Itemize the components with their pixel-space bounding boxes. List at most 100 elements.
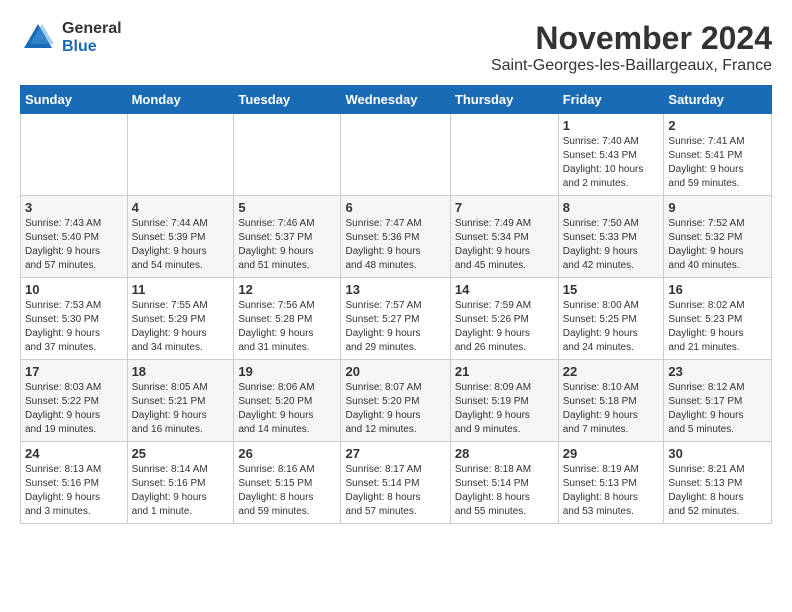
day-info: Sunrise: 8:09 AM Sunset: 5:19 PM Dayligh…	[455, 381, 554, 437]
calendar-day-cell: 4 Sunrise: 7:44 AM Sunset: 5:39 PM Daylig…	[127, 196, 234, 278]
calendar-week-row: 3 Sunrise: 7:43 AM Sunset: 5:40 PM Daylig…	[21, 196, 772, 278]
calendar-day-cell: 17 Sunrise: 8:03 AM Sunset: 5:22 PM Dayli…	[21, 360, 128, 442]
day-info: Sunrise: 8:05 AM Sunset: 5:21 PM Dayligh…	[132, 381, 230, 437]
day-info: Sunrise: 8:16 AM Sunset: 5:15 PM Dayligh…	[238, 463, 336, 519]
day-info: Sunrise: 8:12 AM Sunset: 5:17 PM Dayligh…	[668, 381, 767, 437]
day-number: 20	[345, 364, 445, 379]
day-info: Sunrise: 7:57 AM Sunset: 5:27 PM Dayligh…	[345, 299, 445, 355]
logo: General Blue	[20, 20, 122, 56]
day-number: 19	[238, 364, 336, 379]
day-info: Sunrise: 7:47 AM Sunset: 5:36 PM Dayligh…	[345, 217, 445, 273]
calendar-day-cell: 30 Sunrise: 8:21 AM Sunset: 5:13 PM Dayli…	[664, 442, 772, 524]
day-info: Sunrise: 8:14 AM Sunset: 5:16 PM Dayligh…	[132, 463, 230, 519]
calendar-day-cell: 3 Sunrise: 7:43 AM Sunset: 5:40 PM Daylig…	[21, 196, 128, 278]
calendar-week-row: 1 Sunrise: 7:40 AM Sunset: 5:43 PM Daylig…	[21, 114, 772, 196]
calendar-day-cell: 28 Sunrise: 8:18 AM Sunset: 5:14 PM Dayli…	[450, 442, 558, 524]
calendar-day-cell: 25Sunrise: 8:14 AM Sunset: 5:16 PM Dayli…	[127, 442, 234, 524]
day-number: 21	[455, 364, 554, 379]
day-info: Sunrise: 7:44 AM Sunset: 5:39 PM Dayligh…	[132, 217, 230, 273]
day-number: 28	[455, 446, 554, 461]
day-info: Sunrise: 7:52 AM Sunset: 5:32 PM Dayligh…	[668, 217, 767, 273]
day-number: 4	[132, 200, 230, 215]
day-number: 7	[455, 200, 554, 215]
header: General Blue November 2024 Saint-Georges…	[20, 20, 772, 75]
day-number: 15	[563, 282, 660, 297]
calendar-day-cell: 2Sunrise: 7:41 AM Sunset: 5:41 PM Daylig…	[664, 114, 772, 196]
day-number: 11	[132, 282, 230, 297]
weekday-header-wednesday: Wednesday	[341, 86, 450, 114]
calendar-day-cell: 5 Sunrise: 7:46 AM Sunset: 5:37 PM Daylig…	[234, 196, 341, 278]
day-number: 30	[668, 446, 767, 461]
calendar-day-cell: 8Sunrise: 7:50 AM Sunset: 5:33 PM Daylig…	[558, 196, 664, 278]
day-number: 24	[25, 446, 123, 461]
calendar-week-row: 10 Sunrise: 7:53 AM Sunset: 5:30 PM Dayli…	[21, 278, 772, 360]
day-info: Sunrise: 8:06 AM Sunset: 5:20 PM Dayligh…	[238, 381, 336, 437]
title-area: November 2024 Saint-Georges-les-Baillarg…	[491, 20, 772, 75]
logo-blue-text: Blue	[62, 38, 122, 56]
day-number: 9	[668, 200, 767, 215]
weekday-header-saturday: Saturday	[664, 86, 772, 114]
day-info: Sunrise: 7:56 AM Sunset: 5:28 PM Dayligh…	[238, 299, 336, 355]
day-number: 1	[563, 118, 660, 133]
logo-general-text: General	[62, 20, 122, 38]
calendar-day-cell: 18 Sunrise: 8:05 AM Sunset: 5:21 PM Dayli…	[127, 360, 234, 442]
day-info: Sunrise: 7:53 AM Sunset: 5:30 PM Dayligh…	[25, 299, 123, 355]
calendar-day-cell: 13 Sunrise: 7:57 AM Sunset: 5:27 PM Dayli…	[341, 278, 450, 360]
day-number: 14	[455, 282, 554, 297]
calendar-day-cell: 11Sunrise: 7:55 AM Sunset: 5:29 PM Dayli…	[127, 278, 234, 360]
calendar-week-row: 17 Sunrise: 8:03 AM Sunset: 5:22 PM Dayli…	[21, 360, 772, 442]
day-info: Sunrise: 7:59 AM Sunset: 5:26 PM Dayligh…	[455, 299, 554, 355]
calendar-day-cell: 9 Sunrise: 7:52 AM Sunset: 5:32 PM Daylig…	[664, 196, 772, 278]
day-number: 13	[345, 282, 445, 297]
weekday-header-row: SundayMondayTuesdayWednesdayThursdayFrid…	[21, 86, 772, 114]
day-info: Sunrise: 8:19 AM Sunset: 5:13 PM Dayligh…	[563, 463, 660, 519]
day-info: Sunrise: 8:17 AM Sunset: 5:14 PM Dayligh…	[345, 463, 445, 519]
day-number: 29	[563, 446, 660, 461]
calendar-day-cell: 23 Sunrise: 8:12 AM Sunset: 5:17 PM Dayli…	[664, 360, 772, 442]
day-info: Sunrise: 7:40 AM Sunset: 5:43 PM Dayligh…	[563, 135, 660, 191]
day-info: Sunrise: 8:07 AM Sunset: 5:20 PM Dayligh…	[345, 381, 445, 437]
calendar-day-cell: 15 Sunrise: 8:00 AM Sunset: 5:25 PM Dayli…	[558, 278, 664, 360]
weekday-header-thursday: Thursday	[450, 86, 558, 114]
calendar-day-cell: 20 Sunrise: 8:07 AM Sunset: 5:20 PM Dayli…	[341, 360, 450, 442]
empty-cell	[450, 114, 558, 196]
empty-cell	[341, 114, 450, 196]
day-info: Sunrise: 8:21 AM Sunset: 5:13 PM Dayligh…	[668, 463, 767, 519]
day-number: 22	[563, 364, 660, 379]
empty-cell	[234, 114, 341, 196]
day-number: 2	[668, 118, 767, 133]
day-info: Sunrise: 8:02 AM Sunset: 5:23 PM Dayligh…	[668, 299, 767, 355]
day-info: Sunrise: 7:49 AM Sunset: 5:34 PM Dayligh…	[455, 217, 554, 273]
day-info: Sunrise: 7:43 AM Sunset: 5:40 PM Dayligh…	[25, 217, 123, 273]
day-number: 12	[238, 282, 336, 297]
day-info: Sunrise: 8:18 AM Sunset: 5:14 PM Dayligh…	[455, 463, 554, 519]
weekday-header-tuesday: Tuesday	[234, 86, 341, 114]
weekday-header-sunday: Sunday	[21, 86, 128, 114]
day-info: Sunrise: 8:03 AM Sunset: 5:22 PM Dayligh…	[25, 381, 123, 437]
calendar-day-cell: 24 Sunrise: 8:13 AM Sunset: 5:16 PM Dayli…	[21, 442, 128, 524]
day-number: 16	[668, 282, 767, 297]
day-number: 17	[25, 364, 123, 379]
day-info: Sunrise: 8:13 AM Sunset: 5:16 PM Dayligh…	[25, 463, 123, 519]
day-number: 5	[238, 200, 336, 215]
logo-text: General Blue	[62, 20, 122, 55]
calendar-day-cell: 6Sunrise: 7:47 AM Sunset: 5:36 PM Daylig…	[341, 196, 450, 278]
empty-cell	[127, 114, 234, 196]
day-number: 23	[668, 364, 767, 379]
day-number: 10	[25, 282, 123, 297]
day-number: 3	[25, 200, 123, 215]
logo-icon	[20, 20, 56, 56]
day-number: 18	[132, 364, 230, 379]
day-info: Sunrise: 8:10 AM Sunset: 5:18 PM Dayligh…	[563, 381, 660, 437]
calendar-day-cell: 1 Sunrise: 7:40 AM Sunset: 5:43 PM Daylig…	[558, 114, 664, 196]
calendar-day-cell: 14 Sunrise: 7:59 AM Sunset: 5:26 PM Dayli…	[450, 278, 558, 360]
day-number: 8	[563, 200, 660, 215]
calendar-day-cell: 19 Sunrise: 8:06 AM Sunset: 5:20 PM Dayli…	[234, 360, 341, 442]
calendar-day-cell: 27Sunrise: 8:17 AM Sunset: 5:14 PM Dayli…	[341, 442, 450, 524]
day-info: Sunrise: 8:00 AM Sunset: 5:25 PM Dayligh…	[563, 299, 660, 355]
empty-cell	[21, 114, 128, 196]
location-title: Saint-Georges-les-Baillargeaux, France	[491, 57, 772, 75]
day-info: Sunrise: 7:46 AM Sunset: 5:37 PM Dayligh…	[238, 217, 336, 273]
calendar-day-cell: 7 Sunrise: 7:49 AM Sunset: 5:34 PM Daylig…	[450, 196, 558, 278]
calendar-day-cell: 22 Sunrise: 8:10 AM Sunset: 5:18 PM Dayli…	[558, 360, 664, 442]
